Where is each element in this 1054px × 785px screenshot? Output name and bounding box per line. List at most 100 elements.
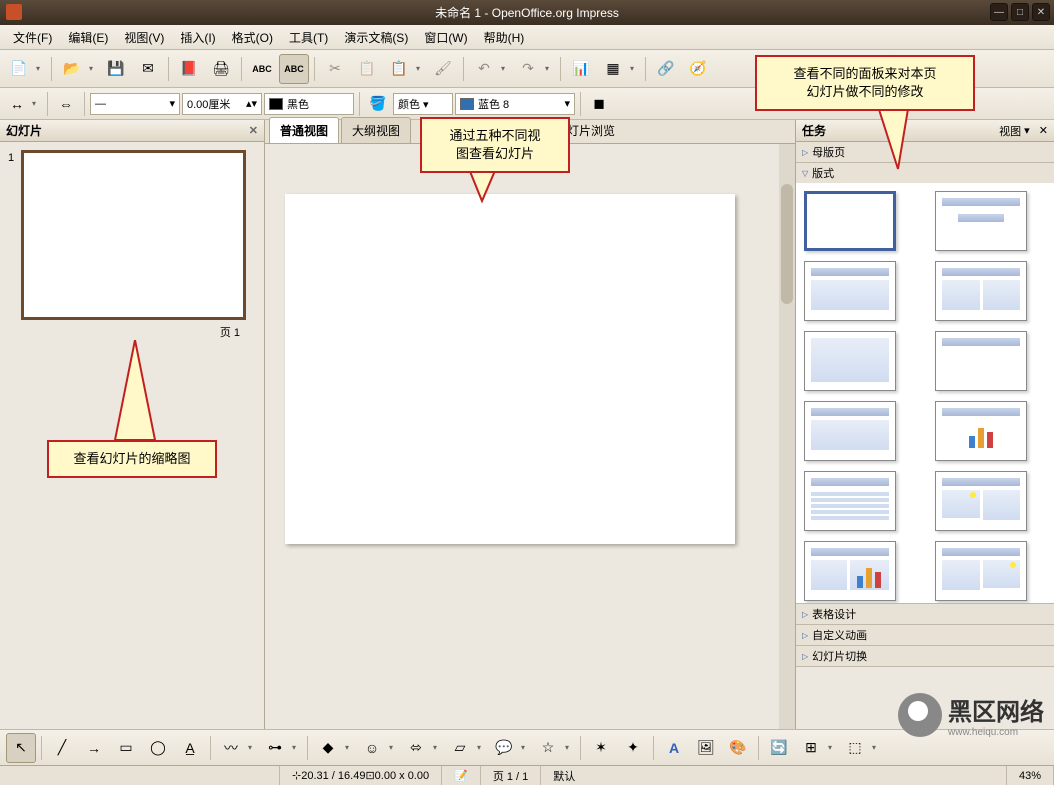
fill-color-label: 蓝色 8 xyxy=(478,96,509,112)
app-icon xyxy=(6,4,22,20)
status-zoom[interactable]: 43% xyxy=(1007,766,1054,785)
area-fill-button[interactable]: 🪣 xyxy=(365,91,391,117)
slide-thumbnail-1[interactable] xyxy=(21,150,246,320)
menu-slideshow[interactable]: 演示文稿(S) xyxy=(336,26,416,49)
watermark: 黑区网络 www.heiqu.com xyxy=(898,692,1044,738)
status-template: 默认 xyxy=(541,766,1007,785)
new-button[interactable]: 📄 xyxy=(4,54,34,84)
layout-blank[interactable] xyxy=(804,191,896,251)
arrow-style-button[interactable]: ↔ xyxy=(4,91,30,117)
redo-dropdown[interactable]: ▾ xyxy=(545,64,555,73)
line-width-field[interactable]: 0.00厘米▴▾ xyxy=(182,93,262,115)
menu-insert[interactable]: 插入(I) xyxy=(172,26,223,49)
layout-title-image-text[interactable] xyxy=(935,471,1027,531)
section-layouts[interactable]: ▽版式 xyxy=(796,163,1054,183)
menu-tools[interactable]: 工具(T) xyxy=(281,26,336,49)
layout-title-content[interactable] xyxy=(804,261,896,321)
slide-number: 1 xyxy=(8,152,14,164)
menu-help[interactable]: 帮助(H) xyxy=(476,26,533,49)
line-color-label: 黑色 xyxy=(287,96,309,112)
tasks-panel-title: 任务 xyxy=(802,122,826,139)
layout-title-text-image[interactable] xyxy=(935,541,1027,601)
section-anim-label: 自定义动画 xyxy=(812,627,867,643)
menu-file[interactable]: 文件(F) xyxy=(5,26,60,49)
paste-button[interactable]: 📋 xyxy=(384,54,414,84)
navigator-button[interactable]: 🧭 xyxy=(683,54,713,84)
menu-edit[interactable]: 编辑(E) xyxy=(60,26,116,49)
watermark-icon xyxy=(898,693,942,737)
format-paintbrush-button[interactable]: 🖌 xyxy=(428,54,458,84)
slide-canvas[interactable] xyxy=(265,144,795,729)
close-button[interactable]: ✕ xyxy=(1032,3,1050,21)
tasks-view-menu[interactable]: 视图 ▾ ✕ xyxy=(999,123,1048,139)
watermark-text: 黑区网络 xyxy=(948,699,1044,726)
window-titlebar: 未命名 1 - OpenOffice.org Impress — □ ✕ xyxy=(0,0,1054,25)
section-layouts-label: 版式 xyxy=(812,165,834,181)
print-button[interactable]: 🖨 xyxy=(206,54,236,84)
open-dropdown[interactable]: ▾ xyxy=(89,64,99,73)
layouts-grid xyxy=(796,183,1054,603)
arrow-dropdown[interactable]: ▾ xyxy=(32,99,42,108)
save-button[interactable]: 💾 xyxy=(101,54,131,84)
editor-area: 普通视图 大纲视图 备注视图 幻灯片浏览 xyxy=(265,120,796,729)
layout-title-text-chart[interactable] xyxy=(804,541,896,601)
spellcheck-button[interactable]: ABC xyxy=(247,54,277,84)
status-modified: 📝 xyxy=(442,766,481,785)
drawing-toolbar: ↖ ╱ → ▭ ◯ A̲ 〰▾ ⊶▾ ◆▾ ☺▾ ⬄▾ ▱▾ 💬▾ ☆▾ ✶ ✦… xyxy=(0,729,1054,765)
tasks-panel: 任务 视图 ▾ ✕ ▷母版页 ▽版式 ▷表格设计 ▷自定义动画 ▷ xyxy=(796,120,1054,729)
scrollbar-thumb[interactable] xyxy=(781,184,793,304)
tasks-panel-header: 任务 视图 ▾ ✕ xyxy=(796,120,1054,142)
layout-content-only[interactable] xyxy=(804,331,896,391)
layout-title[interactable] xyxy=(935,191,1027,251)
paste-dropdown[interactable]: ▾ xyxy=(416,64,426,73)
fill-style-combo[interactable]: 颜色 ▾ xyxy=(393,93,453,115)
layout-title-object[interactable] xyxy=(804,401,896,461)
autospell-button[interactable]: ABC xyxy=(279,54,309,84)
vertical-scrollbar[interactable] xyxy=(779,144,795,729)
arrowheads-button[interactable]: ⇔ xyxy=(53,91,79,117)
current-slide[interactable] xyxy=(285,194,735,544)
layout-title-only[interactable] xyxy=(935,331,1027,391)
redo-button[interactable]: ↷ xyxy=(513,54,543,84)
copy-button[interactable]: 📋 xyxy=(352,54,382,84)
section-master-label: 母版页 xyxy=(812,144,845,160)
tab-outline-view[interactable]: 大纲视图 xyxy=(341,117,411,143)
callout-panels: 查看不同的面板来对本页幻灯片做不同的修改 xyxy=(755,55,975,111)
maximize-button[interactable]: □ xyxy=(1011,3,1029,21)
minimize-button[interactable]: — xyxy=(990,3,1008,21)
layout-title-chart[interactable] xyxy=(935,401,1027,461)
tab-normal-view[interactable]: 普通视图 xyxy=(269,117,339,143)
line-width-value: 0.00厘米 xyxy=(187,96,230,112)
slides-panel-close-icon[interactable]: ✕ xyxy=(249,124,258,137)
section-slide-transition[interactable]: ▷幻灯片切换 xyxy=(796,646,1054,666)
cut-button[interactable]: ✂ xyxy=(320,54,350,84)
slides-panel-header: 幻灯片 ✕ xyxy=(0,120,264,142)
new-dropdown[interactable]: ▾ xyxy=(36,64,46,73)
menu-window[interactable]: 窗口(W) xyxy=(416,26,475,49)
callout-thumbnails-arrow xyxy=(110,340,170,445)
email-button[interactable]: ✉ xyxy=(133,54,163,84)
line-color-combo[interactable]: 黑色 xyxy=(264,93,354,115)
layout-title-table[interactable] xyxy=(804,471,896,531)
menu-format[interactable]: 格式(O) xyxy=(224,26,281,49)
undo-dropdown[interactable]: ▾ xyxy=(501,64,511,73)
chart-button[interactable]: 📊 xyxy=(566,54,596,84)
section-master-pages[interactable]: ▷母版页 xyxy=(796,142,1054,162)
line-style-combo[interactable]: — ▾ xyxy=(90,93,180,115)
callout-views: 通过五种不同视图查看幻灯片 xyxy=(420,117,570,173)
tasks-panel-close-icon[interactable]: ✕ xyxy=(1039,124,1048,137)
section-custom-animation[interactable]: ▷自定义动画 xyxy=(796,625,1054,645)
shadow-button[interactable]: ◼ xyxy=(586,91,612,117)
fill-color-combo[interactable]: 蓝色 8▾ xyxy=(455,93,575,115)
open-button[interactable]: 📂 xyxy=(57,54,87,84)
layout-two-content[interactable] xyxy=(935,261,1027,321)
export-pdf-button[interactable]: 📕 xyxy=(174,54,204,84)
callout-thumbnails: 查看幻灯片的缩略图 xyxy=(47,440,217,478)
window-title: 未命名 1 - OpenOffice.org Impress xyxy=(435,4,619,21)
table-dropdown[interactable]: ▾ xyxy=(630,64,640,73)
menu-view[interactable]: 视图(V) xyxy=(116,26,172,49)
section-table-design[interactable]: ▷表格设计 xyxy=(796,604,1054,624)
undo-button[interactable]: ↶ xyxy=(469,54,499,84)
hyperlink-button[interactable]: 🔗 xyxy=(651,54,681,84)
table-button[interactable]: ▦ xyxy=(598,54,628,84)
